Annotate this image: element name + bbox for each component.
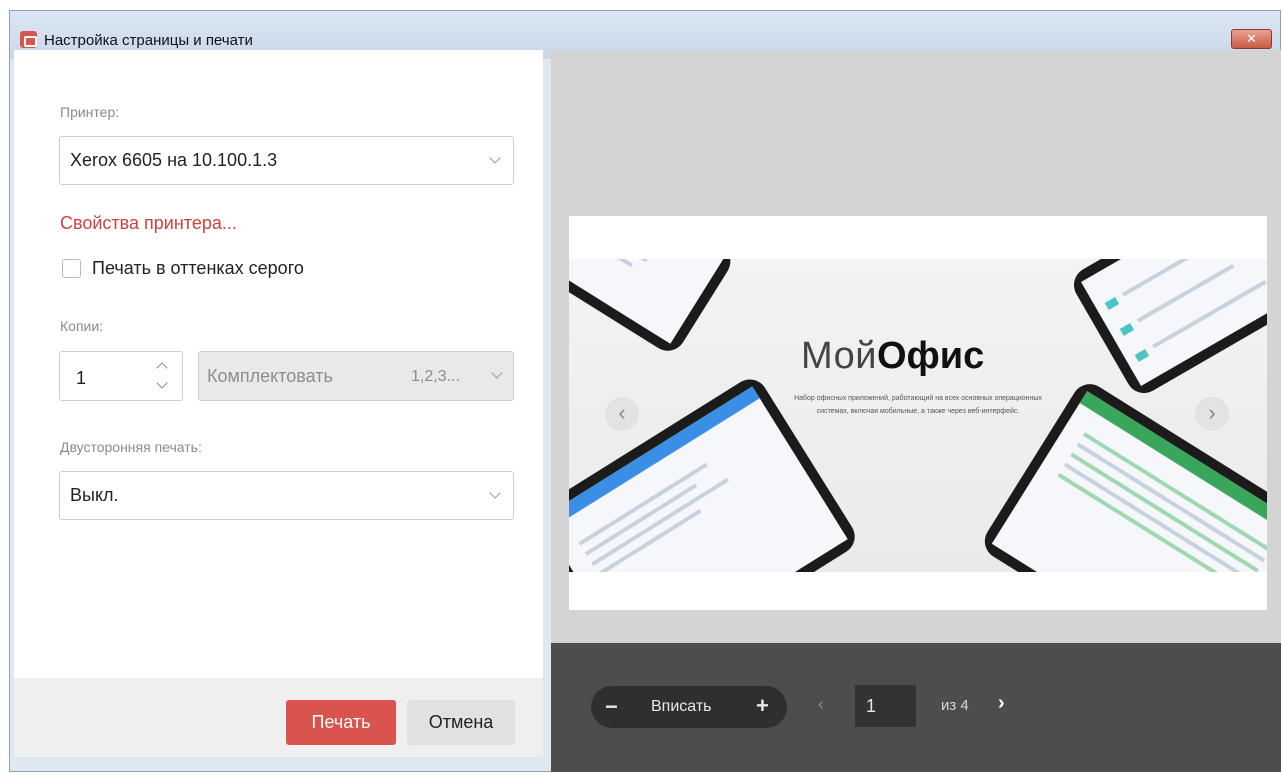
- app-icon: [20, 31, 37, 48]
- zoom-out-button[interactable]: −: [605, 694, 618, 720]
- chevron-down-icon: [489, 487, 501, 499]
- preview-slide-image: ‹ › МойОфис Набор офисных приложений, ра…: [569, 259, 1267, 572]
- collate-order: 1,2,3...: [411, 368, 460, 385]
- printer-properties-link[interactable]: Свойства принтера...: [60, 213, 237, 234]
- window-title: Настройка страницы и печати: [44, 32, 253, 49]
- zoom-fit-button[interactable]: Вписать: [651, 698, 711, 716]
- chevron-down-icon: [491, 367, 503, 379]
- copies-label: Копии:: [60, 318, 104, 334]
- duplex-select-value: Выкл.: [70, 485, 119, 505]
- phone-illustration-right: [1067, 259, 1267, 400]
- slide-tagline: Набор офисных приложений, работающий на …: [794, 395, 1042, 415]
- zoom-in-button[interactable]: +: [756, 693, 769, 719]
- collate-label: Комплектовать: [207, 366, 333, 386]
- print-button[interactable]: Печать: [286, 700, 396, 745]
- preview-page: ‹ › МойОфис Набор офисных приложений, ра…: [569, 216, 1267, 610]
- prev-page-button[interactable]: ‹: [818, 694, 824, 715]
- grayscale-checkbox[interactable]: [62, 259, 81, 278]
- chevron-down-icon: [489, 152, 501, 164]
- duplex-select[interactable]: Выкл.: [59, 471, 514, 520]
- moyofis-logo: МойОфис: [801, 335, 985, 377]
- cancel-button[interactable]: Отмена: [407, 700, 515, 745]
- duplex-label: Двусторонняя печать:: [60, 439, 202, 455]
- page-number-input[interactable]: 1: [855, 685, 916, 727]
- next-page-button[interactable]: ›: [998, 692, 1005, 715]
- printer-select-value: Xerox 6605 на 10.100.1.3: [70, 150, 278, 170]
- collate-select[interactable]: Комплектовать 1,2,3...: [198, 351, 514, 401]
- close-button[interactable]: ✕: [1231, 29, 1272, 49]
- slide-next-icon: ›: [1195, 397, 1229, 431]
- copies-stepper[interactable]: 1: [59, 351, 183, 401]
- printer-label: Принтер:: [60, 104, 120, 120]
- printer-select[interactable]: Xerox 6605 на 10.100.1.3: [59, 136, 514, 185]
- copies-value: 1: [76, 368, 87, 388]
- grayscale-label[interactable]: Печать в оттенках серого: [92, 258, 304, 279]
- slide-prev-icon: ‹: [605, 397, 639, 431]
- phone-illustration: [569, 259, 738, 358]
- chevron-up-icon[interactable]: [156, 362, 168, 374]
- chevron-down-icon[interactable]: [156, 377, 168, 389]
- zoom-control: − Вписать +: [591, 686, 787, 728]
- page-count: из 4: [941, 697, 969, 714]
